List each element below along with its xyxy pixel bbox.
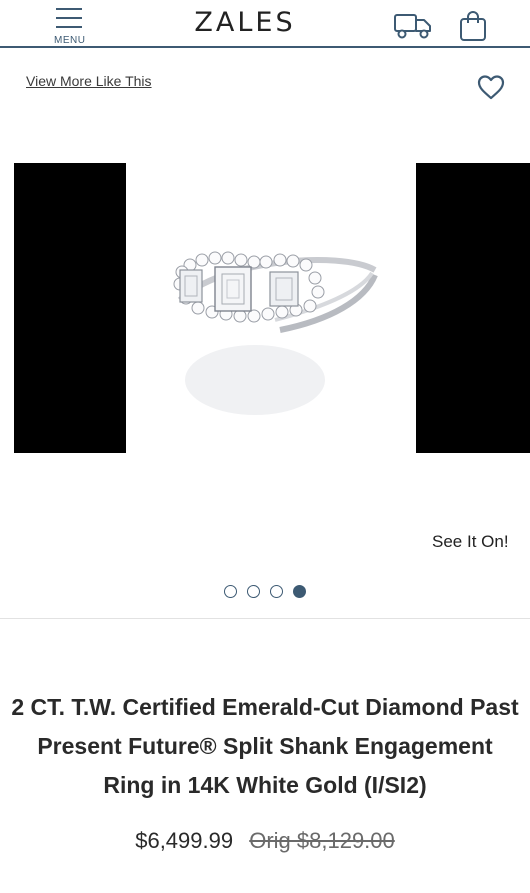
next-slide-preview[interactable]	[416, 163, 530, 453]
section-divider	[0, 618, 530, 619]
original-price: Orig $8,129.00	[249, 828, 395, 853]
price-row: $6,499.99 Orig $8,129.00	[0, 828, 530, 854]
sale-price: $6,499.99	[135, 828, 234, 853]
shopping-bag-icon[interactable]	[458, 10, 488, 42]
delivery-truck-icon[interactable]	[394, 12, 432, 40]
zales-logo[interactable]: ZALES	[190, 7, 300, 38]
product-image-gallery[interactable]: See It On!	[0, 110, 530, 570]
carousel-dot-3[interactable]	[270, 585, 283, 598]
menu-button[interactable]: MENU	[50, 6, 90, 46]
carousel-dot-4[interactable]	[293, 585, 306, 598]
heart-icon[interactable]	[476, 73, 506, 101]
see-it-on-button[interactable]: See It On!	[432, 532, 509, 552]
menu-label: MENU	[54, 35, 86, 46]
carousel-dot-2[interactable]	[247, 585, 260, 598]
hamburger-icon	[56, 8, 82, 30]
ring-product-image	[160, 240, 390, 430]
product-title: 2 CT. T.W. Certified Emerald-Cut Diamond…	[11, 694, 519, 798]
carousel-dot-1[interactable]	[224, 585, 237, 598]
previous-slide-preview[interactable]	[14, 163, 126, 453]
view-more-like-this-link[interactable]: View More Like This	[26, 73, 152, 89]
carousel-pagination	[224, 585, 306, 599]
top-header: MENU ZALES	[0, 0, 530, 48]
